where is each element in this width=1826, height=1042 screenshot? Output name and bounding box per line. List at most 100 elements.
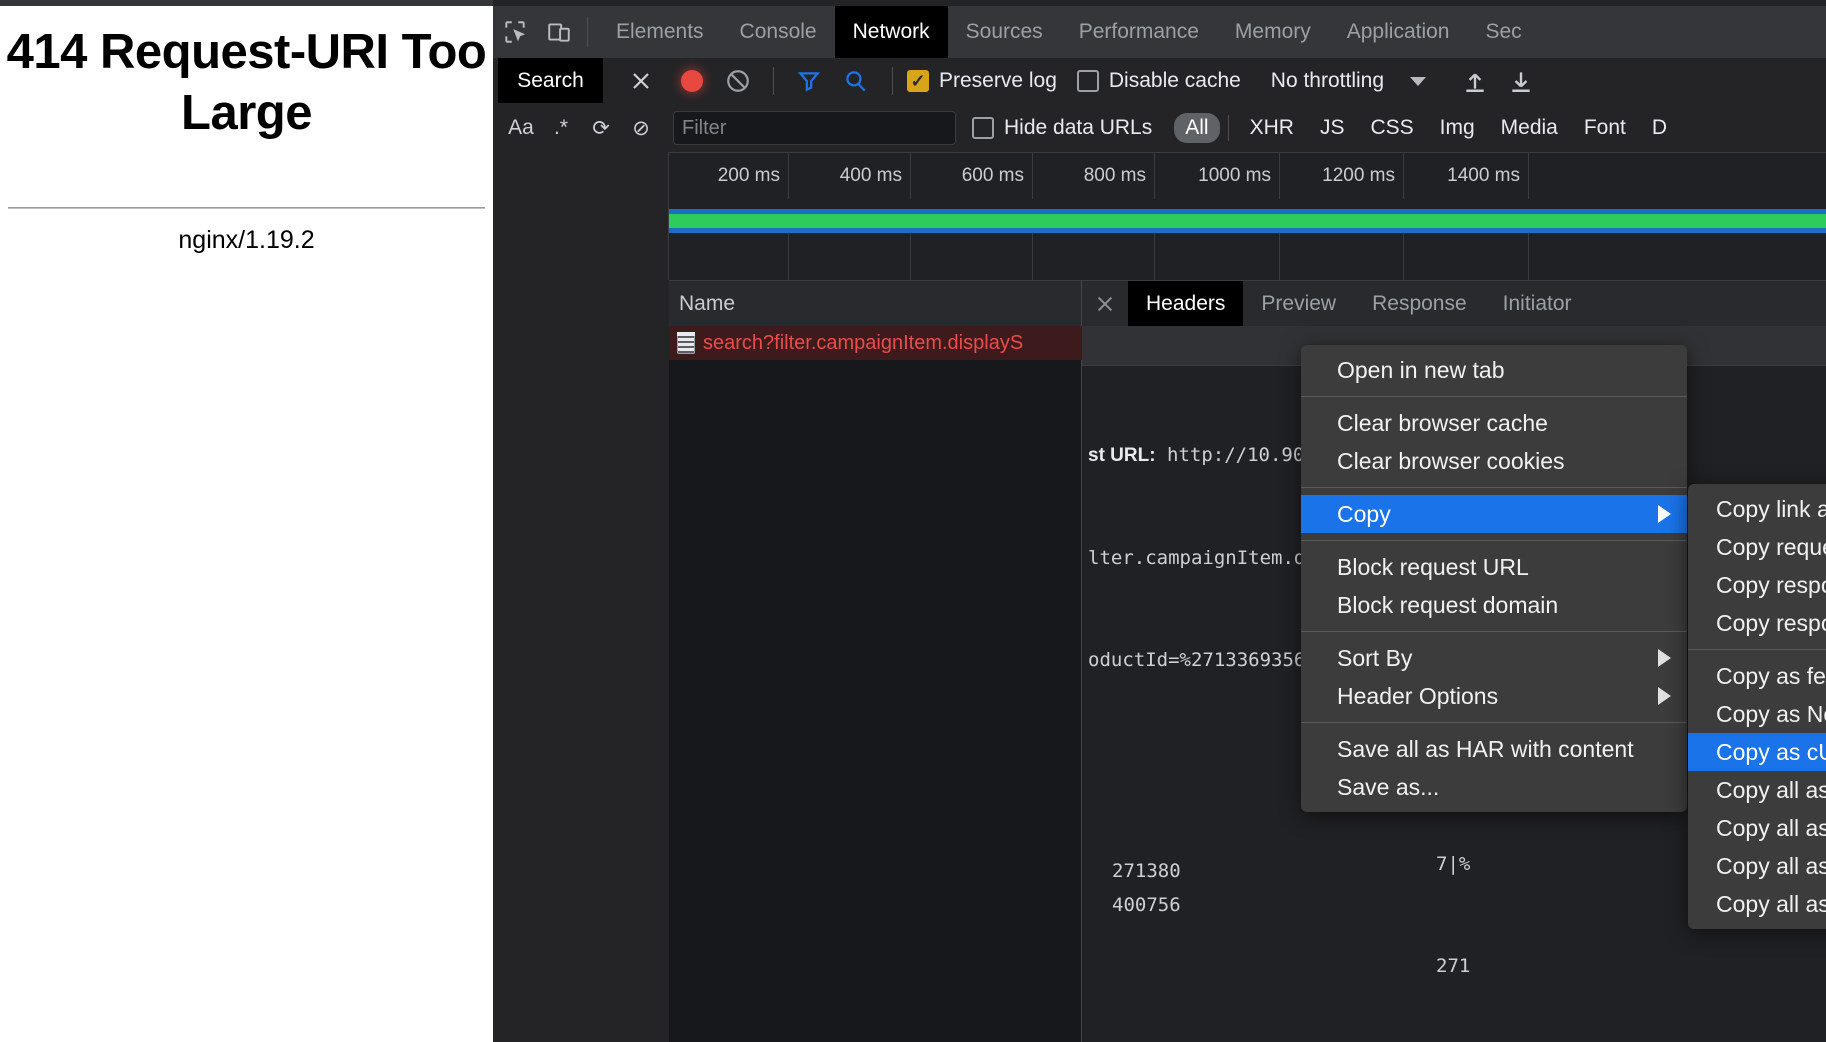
menu-item-copy[interactable]: Copy xyxy=(1301,495,1687,533)
tab-preview[interactable]: Preview xyxy=(1243,281,1354,327)
import-har-icon[interactable] xyxy=(1452,58,1498,104)
menu-item-save-all-as-har[interactable]: Save all as HAR with content xyxy=(1301,730,1687,768)
menu-separator xyxy=(1301,396,1687,397)
overview-gridline xyxy=(789,233,911,281)
tab-response[interactable]: Response xyxy=(1354,281,1485,327)
checkbox-box xyxy=(972,117,994,139)
menu-item-label: Copy as fetch xyxy=(1716,662,1826,689)
menu-item-label: Sort By xyxy=(1337,644,1413,671)
tab-headers[interactable]: Headers xyxy=(1128,280,1244,327)
url-tail-line: 271380 xyxy=(1112,860,1181,882)
url-line: 271 xyxy=(1436,955,1471,977)
network-toolbar: Preserve log Disable cache No throttling xyxy=(669,58,1826,104)
menu-item-copy-link-address[interactable]: Copy link address xyxy=(1688,490,1826,528)
match-case-icon[interactable]: Aa xyxy=(503,116,539,140)
menu-item-block-request-domain[interactable]: Block request domain xyxy=(1301,586,1687,624)
type-filter-all[interactable]: All xyxy=(1174,113,1220,143)
browser-page-viewport: 414 Request-URI Too Large nginx/1.19.2 xyxy=(0,0,493,1042)
tab-memory[interactable]: Memory xyxy=(1217,6,1329,58)
hide-data-urls-label: Hide data URLs xyxy=(1004,116,1153,139)
menu-item-copy-as-fetch[interactable]: Copy as fetch xyxy=(1688,657,1826,695)
menu-item-copy-response-headers[interactable]: Copy response headers xyxy=(1688,566,1826,604)
menu-item-clear-browser-cache[interactable]: Clear browser cache xyxy=(1301,404,1687,442)
record-stop-icon[interactable] xyxy=(669,58,715,104)
column-header-name: Name xyxy=(679,291,736,315)
submenu-arrow-icon xyxy=(1658,505,1671,523)
overview-gridline xyxy=(1280,233,1404,281)
chevron-down-icon xyxy=(1410,76,1427,86)
menu-item-block-request-url[interactable]: Block request URL xyxy=(1301,548,1687,586)
menu-item-copy-as-curl[interactable]: Copy as cURL xyxy=(1688,733,1826,771)
menu-item-copy-all-as-fetch[interactable]: Copy all as fetch xyxy=(1688,771,1826,809)
menu-separator xyxy=(1301,631,1687,632)
menu-item-label: Clear browser cache xyxy=(1337,409,1548,436)
refresh-icon[interactable]: ⟳ xyxy=(583,116,619,141)
tab-sources[interactable]: Sources xyxy=(948,6,1061,58)
request-name: search?filter.campaignItem.displayS xyxy=(703,331,1024,354)
menu-item-label: Copy request headers xyxy=(1716,533,1826,560)
filter-input[interactable] xyxy=(673,111,956,145)
type-filter-media[interactable]: Media xyxy=(1490,113,1569,143)
server-signature: nginx/1.19.2 xyxy=(178,226,315,254)
menu-item-save-as[interactable]: Save as... xyxy=(1301,768,1687,806)
clear-network-icon[interactable] xyxy=(715,58,761,104)
network-filter-bar: Hide data URLs All XHR JS CSS Img Media … xyxy=(669,104,1826,152)
tab-console[interactable]: Console xyxy=(722,6,835,58)
tab-performance[interactable]: Performance xyxy=(1061,6,1217,58)
tab-elements[interactable]: Elements xyxy=(598,6,722,58)
menu-item-copy-all-as-curl[interactable]: Copy all as cURL xyxy=(1688,847,1826,885)
menu-item-copy-all-as-nodejs-fetch[interactable]: Copy all as Node.js fetch xyxy=(1688,809,1826,847)
inspect-element-icon[interactable] xyxy=(493,10,537,54)
table-row[interactable]: search?filter.campaignItem.displayS xyxy=(669,326,1082,360)
menu-item-header-options[interactable]: Header Options xyxy=(1301,677,1687,715)
menu-item-sort-by[interactable]: Sort By xyxy=(1301,639,1687,677)
menu-item-label: Copy as cURL xyxy=(1716,738,1826,765)
menu-item-label: Copy all as Node.js fetch xyxy=(1716,814,1826,841)
type-filter-xhr[interactable]: XHR xyxy=(1239,113,1305,143)
type-filter-font[interactable]: Font xyxy=(1573,113,1637,143)
menu-item-copy-all-as-har[interactable]: Copy all as HAR xyxy=(1688,885,1826,923)
menu-item-label: Block request domain xyxy=(1337,591,1559,618)
menu-item-open-in-new-tab[interactable]: Open in new tab xyxy=(1301,351,1687,389)
tab-application[interactable]: Application xyxy=(1329,6,1468,58)
menu-item-copy-as-nodejs-fetch[interactable]: Copy as Node.js fetch xyxy=(1688,695,1826,733)
overview-gridline xyxy=(1155,233,1280,281)
checkbox-box xyxy=(1076,70,1099,92)
disable-cache-checkbox[interactable]: Disable cache xyxy=(1076,69,1241,93)
menu-item-label: Copy all as cURL xyxy=(1716,852,1826,879)
menu-item-clear-browser-cookies[interactable]: Clear browser cookies xyxy=(1301,442,1687,480)
device-toolbar-icon[interactable] xyxy=(537,10,581,54)
request-list-header[interactable]: Name xyxy=(669,280,1082,326)
type-filter-css[interactable]: CSS xyxy=(1359,113,1424,143)
filter-funnel-icon[interactable] xyxy=(786,58,832,104)
menu-item-copy-response[interactable]: Copy response xyxy=(1688,604,1826,642)
toolbar-divider xyxy=(1227,115,1229,141)
devtools-main-tabbar: Elements Console Network Sources Perform… xyxy=(493,6,1826,58)
clear-icon[interactable]: ⊘ xyxy=(623,116,659,141)
type-filter-img[interactable]: Img xyxy=(1429,113,1486,143)
search-icon[interactable] xyxy=(832,58,878,104)
type-filter-js[interactable]: JS xyxy=(1309,113,1356,143)
type-filter-doc[interactable]: D xyxy=(1641,113,1678,143)
hide-data-urls-checkbox[interactable]: Hide data URLs xyxy=(972,116,1152,140)
tab-network[interactable]: Network xyxy=(834,6,948,58)
activity-bar-inner xyxy=(669,214,1826,228)
regex-icon[interactable]: .* xyxy=(543,116,579,140)
overview-gridline xyxy=(669,233,789,281)
disable-cache-label: Disable cache xyxy=(1108,69,1241,92)
tab-initiator[interactable]: Initiator xyxy=(1485,281,1590,327)
preserve-log-label: Preserve log xyxy=(939,69,1057,92)
throttling-dropdown[interactable]: No throttling xyxy=(1271,69,1427,93)
close-icon[interactable] xyxy=(1082,281,1128,327)
export-har-icon[interactable] xyxy=(1498,58,1544,104)
preserve-log-checkbox[interactable]: Preserve log xyxy=(907,69,1057,93)
menu-item-copy-request-headers[interactable]: Copy request headers xyxy=(1688,528,1826,566)
search-drawer-tab[interactable]: Search xyxy=(498,58,603,103)
network-overview[interactable]: 200 ms 400 ms 600 ms 800 ms 1000 ms 1200… xyxy=(669,152,1826,281)
network-activity-bars xyxy=(669,209,1826,233)
close-icon[interactable] xyxy=(618,58,663,103)
tab-security[interactable]: Sec xyxy=(1467,6,1539,58)
checkbox-box xyxy=(907,70,929,92)
page-top-edge xyxy=(0,0,493,6)
menu-separator xyxy=(1301,540,1687,541)
